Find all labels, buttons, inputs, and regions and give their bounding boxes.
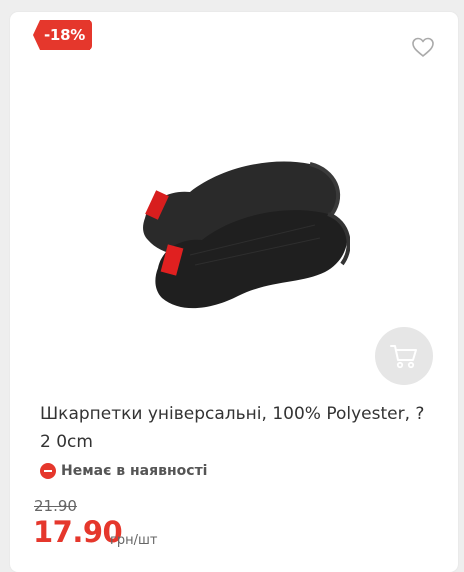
discount-badge-label: -18% [44,26,85,44]
availability-status: Немає в наявності [40,461,207,481]
old-price: 21.90 [34,497,77,515]
current-price: 17.90 [33,515,123,549]
product-image[interactable] [120,150,350,330]
discount-badge: -18% [30,20,92,50]
heart-outline-icon [412,37,434,57]
price-unit: грн/шт [110,533,158,548]
favorite-button[interactable] [411,36,435,60]
shopping-cart-icon [390,345,417,369]
add-to-cart-button[interactable] [375,327,433,385]
product-title[interactable]: Шкарпетки універсальні, 100% Polyester, … [40,400,440,456]
availability-label: Немає в наявності [61,463,208,479]
minus-circle-icon [40,463,56,479]
